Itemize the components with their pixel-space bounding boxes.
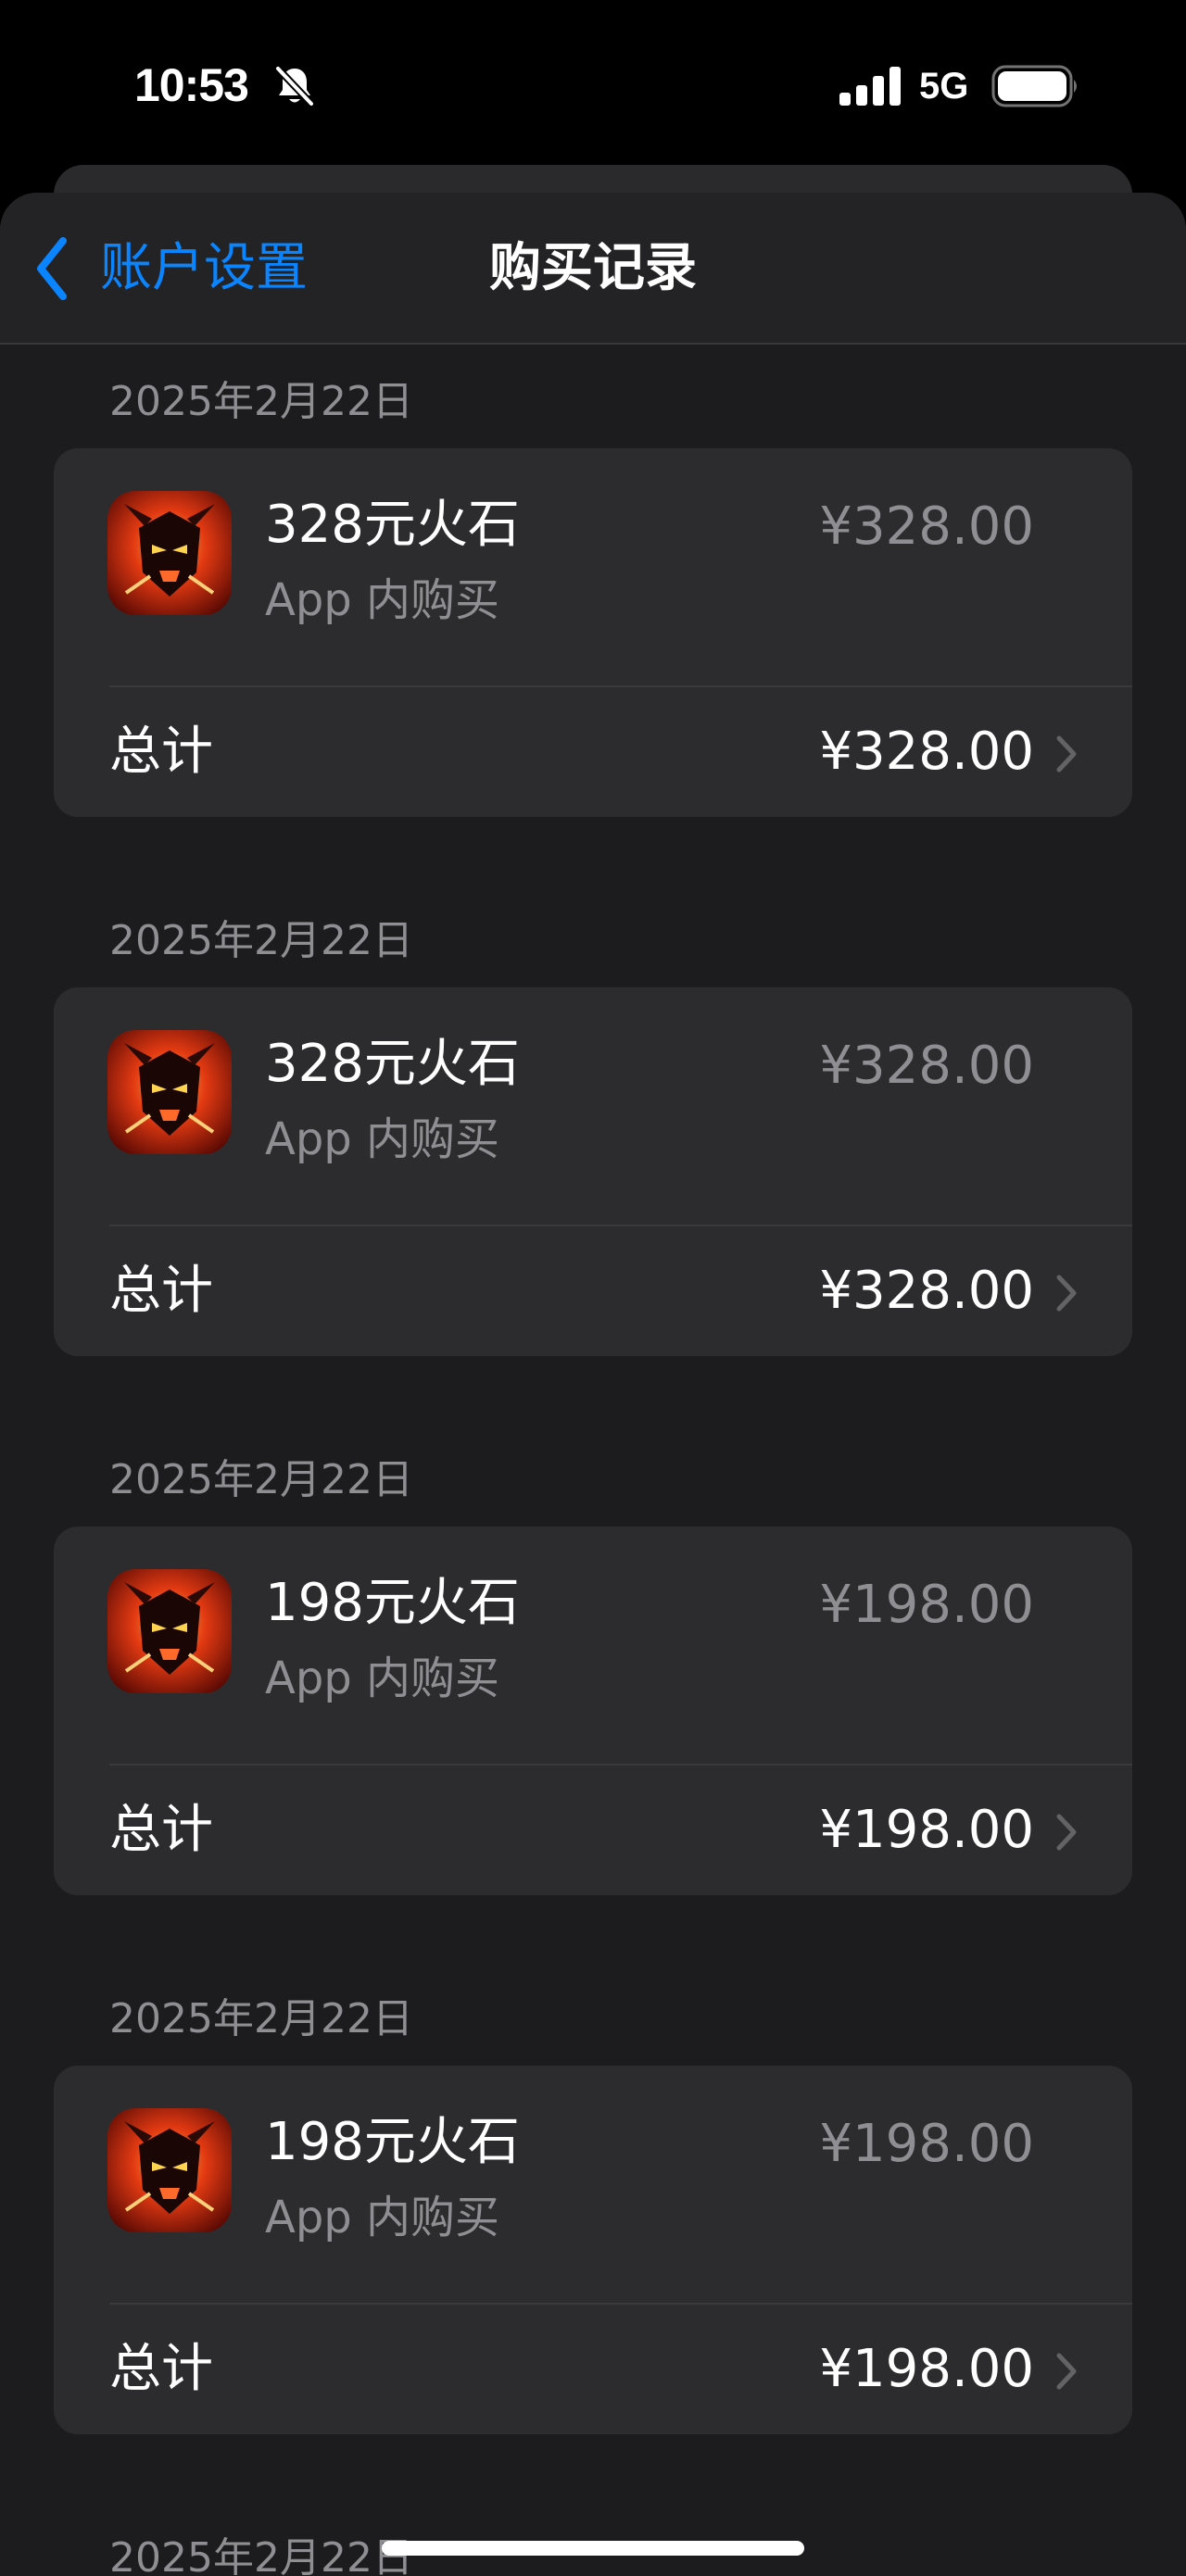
item-name: 328元火石	[265, 495, 520, 555]
item-type: App 内购买	[265, 1652, 500, 1704]
total-label: 总计	[109, 2339, 213, 2399]
total-value: ¥328.00	[819, 1261, 1034, 1321]
total-row[interactable]: 总计 ¥198.00	[54, 2305, 1132, 2434]
item-name: 198元火石	[265, 2112, 520, 2172]
back-button[interactable]: 账户设置	[33, 232, 308, 306]
bell-slash-icon	[274, 65, 315, 107]
app-icon	[107, 1569, 232, 1693]
purchase-date: 2025年2月22日	[109, 2534, 413, 2576]
back-button-label: 账户设置	[100, 238, 308, 298]
total-label: 总计	[109, 1261, 213, 1321]
item-type: App 内购买	[265, 1113, 500, 1165]
item-price: ¥198.00	[819, 2114, 1034, 2174]
purchase-card: 328元火石 App 内购买 ¥328.00 总计 ¥328.00	[54, 448, 1132, 817]
purchase-card: 328元火石 App 内购买 ¥328.00 总计 ¥328.00	[54, 987, 1132, 1356]
purchase-date: 2025年2月22日	[109, 1995, 413, 2042]
purchase-date: 2025年2月22日	[109, 1456, 413, 1503]
purchase-history-sheet: 账户设置 购买记录 2025年2月22日 328元火石 App 内购买 ¥328…	[0, 193, 1186, 2576]
total-value: ¥328.00	[819, 722, 1034, 782]
item-price: ¥328.00	[819, 496, 1034, 557]
battery-icon	[991, 65, 1077, 107]
chevron-right-icon	[1056, 735, 1077, 773]
home-indicator[interactable]	[382, 2541, 804, 2556]
purchase-card: 198元火石 App 内购买 ¥198.00 总计 ¥198.00	[54, 1527, 1132, 1895]
total-row[interactable]: 总计 ¥328.00	[54, 687, 1132, 817]
item-type: App 内购买	[265, 2192, 500, 2243]
purchase-date: 2025年2月22日	[109, 378, 413, 425]
status-time: 10:53	[134, 59, 249, 111]
app-icon	[107, 491, 232, 615]
item-name: 328元火石	[265, 1034, 520, 1094]
item-name: 198元火石	[265, 1573, 520, 1633]
item-type: App 内购买	[265, 574, 500, 626]
chevron-left-icon	[37, 237, 67, 300]
item-price: ¥198.00	[819, 1575, 1034, 1635]
total-value: ¥198.00	[819, 1800, 1034, 1860]
network-type: 5G	[919, 66, 969, 107]
navigation-bar: 账户设置 购买记录	[0, 193, 1186, 345]
total-label: 总计	[109, 1800, 213, 1860]
total-label: 总计	[109, 722, 213, 782]
total-row[interactable]: 总计 ¥198.00	[54, 1766, 1132, 1895]
purchase-date: 2025年2月22日	[109, 917, 413, 964]
total-value: ¥198.00	[819, 2339, 1034, 2399]
cellular-signal-icon	[839, 67, 901, 106]
item-price: ¥328.00	[819, 1036, 1034, 1096]
chevron-right-icon	[1056, 1814, 1077, 1851]
app-icon	[107, 2108, 232, 2232]
chevron-right-icon	[1056, 2353, 1077, 2390]
app-icon	[107, 1030, 232, 1154]
total-row[interactable]: 总计 ¥328.00	[54, 1226, 1132, 1356]
purchase-card: 198元火石 App 内购买 ¥198.00 总计 ¥198.00	[54, 2066, 1132, 2434]
chevron-right-icon	[1056, 1275, 1077, 1312]
status-bar: 10:53 5G	[0, 0, 1186, 167]
page-title: 购买记录	[489, 238, 697, 298]
